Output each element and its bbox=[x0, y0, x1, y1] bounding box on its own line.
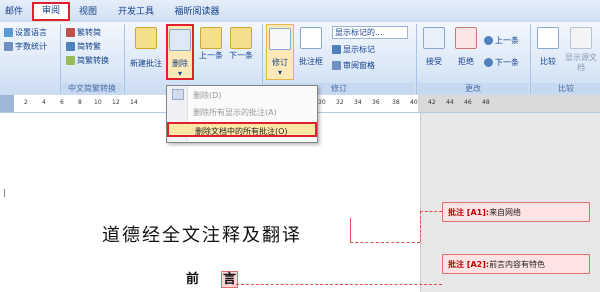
next-change-button[interactable]: 下一条 bbox=[484, 56, 519, 69]
trad-to-simp-button[interactable]: 繁转简 bbox=[66, 26, 101, 39]
commented-text[interactable]: 言 bbox=[221, 271, 239, 288]
convert-icon bbox=[66, 28, 75, 37]
comment-balloon[interactable]: 批注 [A2]:前言内容有特色 bbox=[442, 254, 590, 274]
ruler-tick: 14 bbox=[130, 99, 138, 106]
comment-balloon[interactable]: 批注 [A1]:来自网络 bbox=[442, 202, 590, 222]
ruler-tick: 6 bbox=[60, 99, 64, 106]
menu-item-delete-all-comments[interactable]: 删除文档中的所有批注(O) bbox=[167, 122, 317, 137]
previous-comment-button[interactable]: 上一条 bbox=[198, 24, 224, 80]
group-separator bbox=[416, 24, 417, 94]
simp-to-trad-button[interactable]: 简转繁 bbox=[66, 40, 101, 53]
set-language-button[interactable]: 设置语言 bbox=[4, 26, 47, 39]
ruler-tick: 42 bbox=[428, 99, 436, 106]
group-separator bbox=[262, 24, 263, 94]
ruler-tick: 12 bbox=[112, 99, 120, 106]
comment-anchor bbox=[350, 218, 351, 242]
show-source-button[interactable]: 显示源文档 bbox=[564, 24, 598, 80]
comment-connector bbox=[236, 284, 442, 285]
document-title: 道德经全文注释及翻译 bbox=[102, 225, 302, 246]
ruler-tick: 2 bbox=[24, 99, 28, 106]
ruler-tick: 4 bbox=[42, 99, 46, 106]
previous-change-button[interactable]: 上一条 bbox=[484, 34, 519, 47]
show-source-icon bbox=[570, 27, 592, 49]
new-comment-icon bbox=[135, 27, 157, 49]
track-changes-button[interactable]: 修订 ▾ bbox=[266, 24, 294, 80]
previous-comment-icon bbox=[200, 27, 222, 49]
language-icon bbox=[4, 28, 13, 37]
group-label-changes: 更改 bbox=[418, 83, 528, 94]
menu-item-delete-shown-comments[interactable]: 删除所有显示的批注(A) bbox=[167, 105, 317, 120]
ruler-tick: 44 bbox=[446, 99, 454, 106]
convert-icon bbox=[66, 42, 75, 51]
ruler-tick: 30 bbox=[318, 99, 326, 106]
next-comment-icon bbox=[230, 27, 252, 49]
ruler-tick: 36 bbox=[372, 99, 380, 106]
ruler-tick: 32 bbox=[336, 99, 344, 106]
ruler-tick: 48 bbox=[482, 99, 490, 106]
balloons-icon bbox=[300, 27, 322, 49]
tab-view[interactable]: 视图 bbox=[76, 4, 100, 20]
chevron-down-icon: ▾ bbox=[277, 68, 282, 77]
ribbon-tab-strip: 邮件 审阅 视图 开发工具 福昕阅读器 bbox=[0, 0, 600, 23]
next-icon bbox=[484, 58, 493, 67]
accept-button[interactable]: 接受 bbox=[420, 24, 448, 80]
tab-review[interactable]: 审阅 bbox=[32, 2, 70, 21]
group-label-compare: 比较 bbox=[532, 83, 600, 94]
delete-comment-icon bbox=[169, 29, 191, 51]
ruler-tick: 8 bbox=[78, 99, 82, 106]
document-subtitle: 前言 bbox=[186, 271, 239, 288]
group-separator bbox=[530, 24, 531, 94]
reviewing-pane-button[interactable]: 审阅窗格 bbox=[332, 59, 375, 72]
reviewing-pane-icon bbox=[332, 61, 341, 70]
previous-icon bbox=[484, 36, 493, 45]
compare-button[interactable]: 比较 bbox=[534, 24, 562, 80]
tab-mailings[interactable]: 邮件 bbox=[2, 4, 26, 20]
chevron-down-icon: ▾ bbox=[177, 69, 182, 78]
ruler-tick: 10 bbox=[94, 99, 102, 106]
display-for-review-select[interactable]: 显示标记的... bbox=[332, 26, 408, 39]
menu-item-delete[interactable]: 删除(D) bbox=[167, 88, 317, 103]
reject-button[interactable]: 拒绝 bbox=[452, 24, 480, 80]
next-comment-button[interactable]: 下一条 bbox=[228, 24, 254, 80]
new-comment-button[interactable]: 新建批注 bbox=[128, 24, 164, 80]
tab-developer[interactable]: 开发工具 bbox=[114, 4, 158, 20]
accept-icon bbox=[423, 27, 445, 49]
tab-foxit-reader[interactable]: 福昕阅读器 bbox=[170, 4, 224, 20]
show-markup-button[interactable]: 显示标记 bbox=[332, 43, 375, 56]
delete-comment-menu: 删除(D) 删除所有显示的批注(A) 删除文档中的所有批注(O) bbox=[166, 85, 318, 143]
compare-icon bbox=[537, 27, 559, 49]
reject-icon bbox=[455, 27, 477, 49]
chinese-convert-button[interactable]: 简繁转换 bbox=[66, 54, 109, 67]
word-count-icon bbox=[4, 42, 13, 51]
ruler-tick: 38 bbox=[392, 99, 400, 106]
comment-connector bbox=[350, 242, 420, 243]
show-markup-icon bbox=[332, 45, 341, 54]
balloons-button[interactable]: 批注框 bbox=[296, 24, 326, 80]
track-changes-icon bbox=[269, 28, 291, 50]
ruler-tick: 40 bbox=[410, 99, 418, 106]
ruler-tick: 46 bbox=[464, 99, 472, 106]
group-separator bbox=[60, 24, 61, 94]
delete-comment-button[interactable]: 删除 ▾ bbox=[166, 24, 194, 80]
convert-icon bbox=[66, 56, 75, 65]
ruler-tick: 34 bbox=[354, 99, 362, 106]
word-count-button[interactable]: 字数统计 bbox=[4, 40, 47, 53]
group-separator bbox=[124, 24, 125, 94]
group-label-chinese: 中文简繁转换 bbox=[62, 83, 122, 94]
